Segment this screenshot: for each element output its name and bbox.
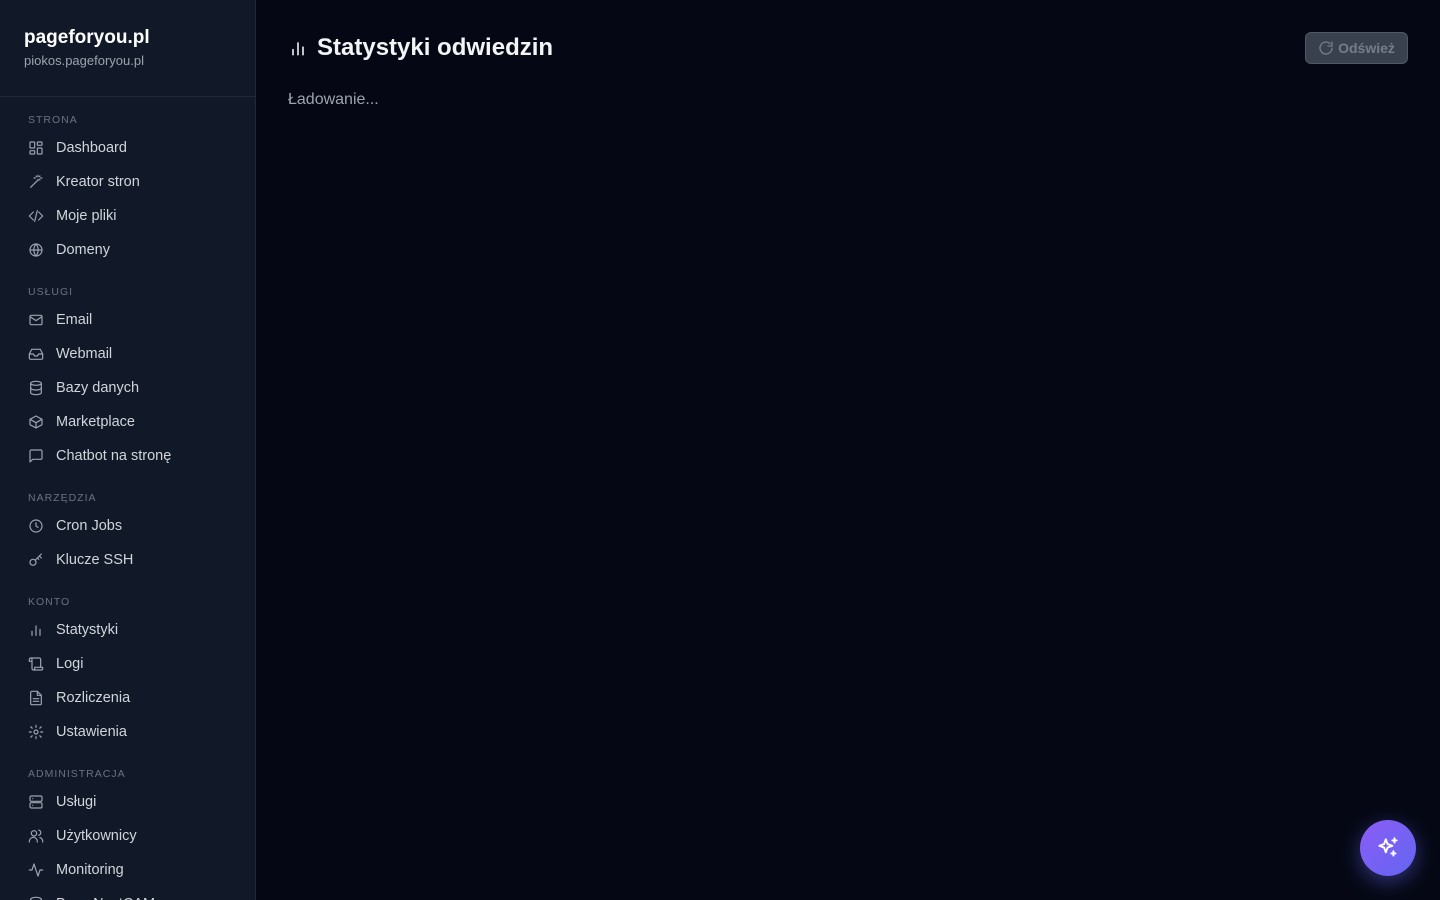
sidebar-item-dashboard[interactable]: Dashboard — [12, 131, 243, 165]
sidebar-item-label: Domeny — [56, 242, 110, 258]
refresh-label: Odśwież — [1338, 40, 1395, 56]
sidebar-item-label: Moje pliki — [56, 208, 117, 224]
scroll-icon — [28, 656, 44, 672]
sidebar-item-label: Baza NextCAM — [56, 896, 155, 900]
sidebar-item-usługi[interactable]: Usługi — [12, 785, 243, 819]
activity-icon — [28, 862, 44, 878]
refresh-icon — [1318, 40, 1334, 56]
bar-chart-icon — [288, 38, 308, 58]
sidebar-item-label: Chatbot na stronę — [56, 448, 172, 464]
sparkles-icon — [1375, 835, 1401, 861]
chat-icon — [28, 448, 44, 464]
gear-icon — [28, 724, 44, 740]
sidebar-item-label: Statystyki — [56, 622, 119, 638]
dashboard-icon — [28, 140, 44, 156]
sidebar-item-chatbot-na-stronę[interactable]: Chatbot na stronę — [12, 439, 243, 473]
sidebar-item-label: Webmail — [56, 346, 113, 362]
sidebar-section-label: KONTO — [28, 596, 71, 608]
sidebar-item-label: Rozliczenia — [56, 690, 131, 706]
brand-subtitle: piokos.pageforyou.pl — [24, 53, 144, 68]
inbox-icon — [28, 346, 44, 362]
brand: pageforyou.pl piokos.pageforyou.pl — [0, 0, 255, 97]
main-content: Statystyki odwiedzin Odśwież Ładowanie..… — [256, 0, 1440, 900]
sidebar-item-monitoring[interactable]: Monitoring — [12, 853, 243, 887]
package-icon — [28, 414, 44, 430]
sidebar-item-cron-jobs[interactable]: Cron Jobs — [12, 509, 243, 543]
sidebar-item-kreator-stron[interactable]: Kreator stron — [12, 165, 243, 199]
sidebar-item-label: Logi — [56, 656, 84, 672]
sidebar-item-label: Użytkownicy — [56, 828, 137, 844]
database-icon — [28, 380, 44, 396]
sidebar-section-label: STRONA — [28, 114, 78, 126]
sidebar-item-statystyki[interactable]: Statystyki — [12, 613, 243, 647]
sidebar-nav: STRONA Dashboard Kreator stron Moje pliki Do… — [0, 97, 255, 900]
server-icon — [28, 794, 44, 810]
sidebar-section-label: USŁUGI — [28, 286, 74, 298]
sidebar-item-logi[interactable]: Logi — [12, 647, 243, 681]
database-icon — [28, 896, 44, 900]
sidebar-item-domeny[interactable]: Domeny — [12, 233, 243, 267]
sidebar-section-label: NARZĘDZIA — [28, 492, 97, 504]
users-icon — [28, 828, 44, 844]
globe-icon — [28, 242, 44, 258]
sidebar-item-label: Marketplace — [56, 414, 135, 430]
sidebar-item-klucze-ssh[interactable]: Klucze SSH — [12, 543, 243, 577]
sidebar-item-marketplace[interactable]: Marketplace — [12, 405, 243, 439]
file-text-icon — [28, 690, 44, 706]
sidebar-item-label: Kreator stron — [56, 174, 140, 190]
sidebar-item-label: Ustawienia — [56, 724, 127, 740]
brand-title[interactable]: pageforyou.pl — [24, 26, 231, 50]
ai-assistant-button[interactable] — [1360, 820, 1416, 876]
sidebar-item-ustawienia[interactable]: Ustawienia — [12, 715, 243, 749]
page-header: Statystyki odwiedzin — [288, 33, 553, 63]
magic-wand-icon — [28, 174, 44, 190]
mail-icon — [28, 312, 44, 328]
sidebar-item-moje-pliki[interactable]: Moje pliki — [12, 199, 243, 233]
sidebar-item-label: Email — [56, 312, 93, 328]
code-icon — [28, 208, 44, 224]
sidebar-item-użytkownicy[interactable]: Użytkownicy — [12, 819, 243, 853]
clock-icon — [28, 518, 44, 534]
sidebar-item-label: Dashboard — [56, 140, 127, 156]
sidebar-item-rozliczenia[interactable]: Rozliczenia — [12, 681, 243, 715]
sidebar-item-bazy-danych[interactable]: Bazy danych — [12, 371, 243, 405]
sidebar-item-label: Monitoring — [56, 862, 124, 878]
sidebar-item-webmail[interactable]: Webmail — [12, 337, 243, 371]
sidebar-section-label: ADMINISTRACJA — [28, 768, 126, 780]
page-title: Statystyki odwiedzin — [317, 34, 554, 61]
sidebar-item-baza-nextcam[interactable]: Baza NextCAM — [12, 887, 243, 900]
bar-chart-icon — [28, 622, 44, 638]
loading-text: Ładowanie... — [288, 91, 379, 108]
sidebar-item-label: Usługi — [56, 794, 97, 810]
sidebar-item-email[interactable]: Email — [12, 303, 243, 337]
key-icon — [28, 552, 44, 568]
sidebar: pageforyou.pl piokos.pageforyou.pl STRON… — [0, 0, 256, 900]
refresh-button[interactable]: Odśwież — [1305, 32, 1408, 64]
sidebar-item-label: Bazy danych — [56, 380, 140, 396]
sidebar-item-label: Cron Jobs — [56, 518, 123, 534]
sidebar-item-label: Klucze SSH — [56, 552, 134, 568]
